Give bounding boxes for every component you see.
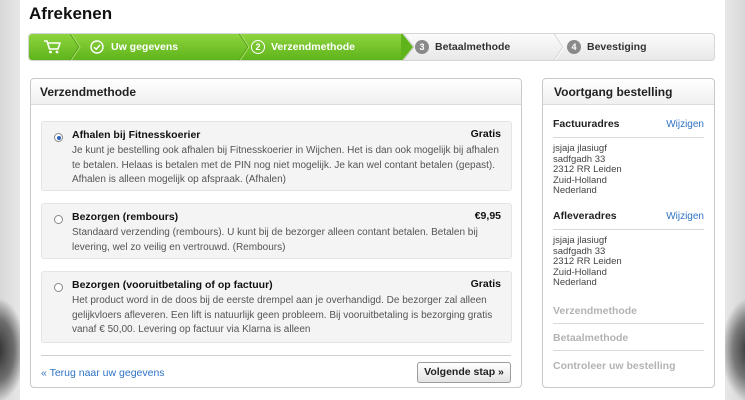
divider	[553, 323, 704, 324]
shipping-option-rembours[interactable]: Bezorgen (rembours) €9,95 Standaard verz…	[41, 203, 512, 259]
progress-step-shipping-method: Verzendmethode	[553, 305, 638, 317]
step-uw-gegevens[interactable]: Uw gegevens	[90, 34, 178, 60]
option-title: Bezorgen (rembours)	[72, 211, 179, 223]
option-price: Gratis	[470, 278, 501, 290]
step-number: 3	[415, 40, 429, 54]
option-title: Bezorgen (vooruitbetaling of op factuur)	[72, 279, 273, 291]
step-label: Verzendmethode	[271, 41, 356, 53]
step-label: Uw gegevens	[111, 41, 179, 53]
shipping-method-panel: Verzendmethode Afhalen bij Fitnesskoerie…	[30, 78, 522, 388]
divider	[553, 137, 704, 138]
cart-icon	[44, 40, 61, 54]
delivery-address: jsjaja jlasiugf sadfgadh 33 2312 RR Leid…	[553, 235, 622, 289]
order-progress-sidebar: Voortgang bestelling Factuuradres Wijzig…	[542, 78, 715, 388]
radio-button[interactable]	[54, 215, 63, 224]
step-bevestiging: 4 Bevestiging	[567, 34, 647, 60]
checkout-steps: Uw gegevens 2 Verzendmethode 3 Betaalmet…	[28, 33, 715, 61]
divider	[553, 350, 704, 351]
address-line: Nederland	[553, 277, 597, 288]
check-circle-icon	[90, 40, 104, 54]
divider	[41, 355, 511, 356]
option-price: Gratis	[470, 128, 501, 140]
step-label: Bevestiging	[587, 41, 647, 53]
divider	[553, 229, 704, 230]
checkout-page: Afrekenen Uw gegevens 2 Verzendmethode 3…	[20, 0, 725, 400]
back-link[interactable]: « Terug naar uw gegevens	[41, 367, 165, 379]
address-line: Nederland	[553, 185, 597, 196]
panel-header: Verzendmethode	[31, 79, 521, 105]
address-line: 2312 RR Leiden	[553, 164, 622, 175]
sidebar-header: Voortgang bestelling	[543, 79, 714, 105]
radio-button[interactable]	[54, 283, 63, 292]
next-step-button[interactable]: Volgende stap »	[417, 362, 511, 383]
shipping-option-vooruitbetaling[interactable]: Bezorgen (vooruitbetaling of op factuur)…	[41, 271, 512, 343]
step-number: 2	[251, 40, 265, 54]
step-betaalmethode: 3 Betaalmethode	[415, 34, 510, 60]
delivery-address-title: Afleveradres	[553, 210, 617, 222]
address-line: jsjaja jlasiugf	[553, 235, 607, 246]
option-description: Standaard verzending (rembours). U kunt …	[72, 227, 478, 253]
edit-invoice-address-link[interactable]: Wijzigen	[666, 119, 704, 130]
step-verzendmethode[interactable]: 2 Verzendmethode	[251, 34, 355, 60]
option-title: Afhalen bij Fitnesskoerier	[72, 129, 201, 141]
option-description: Het product word in de doos bij de eerst…	[72, 295, 493, 335]
address-line: jsjaja jlasiugf	[553, 143, 607, 154]
page-title: Afrekenen	[29, 4, 113, 23]
address-line: 2312 RR Leiden	[553, 256, 622, 267]
step-separator	[238, 34, 250, 60]
option-description: Je kunt je bestelling ook afhalen bij Fi…	[72, 145, 499, 185]
edit-delivery-address-link[interactable]: Wijzigen	[666, 211, 704, 222]
invoice-address: jsjaja jlasiugf sadfgadh 33 2312 RR Leid…	[553, 143, 622, 197]
option-price: €9,95	[474, 210, 501, 222]
progress-step-review-order: Controleer uw bestelling	[553, 360, 676, 372]
step-separator	[553, 34, 565, 60]
step-separator	[69, 34, 81, 60]
step-number: 4	[567, 40, 581, 54]
invoice-address-title: Factuuradres	[553, 118, 620, 130]
radio-button[interactable]	[54, 133, 63, 142]
progress-step-payment-method: Betaalmethode	[553, 332, 629, 344]
shipping-option-afhalen[interactable]: Afhalen bij Fitnesskoerier Gratis Je kun…	[41, 121, 512, 191]
step-label: Betaalmethode	[435, 41, 511, 53]
step-separator	[401, 34, 415, 60]
